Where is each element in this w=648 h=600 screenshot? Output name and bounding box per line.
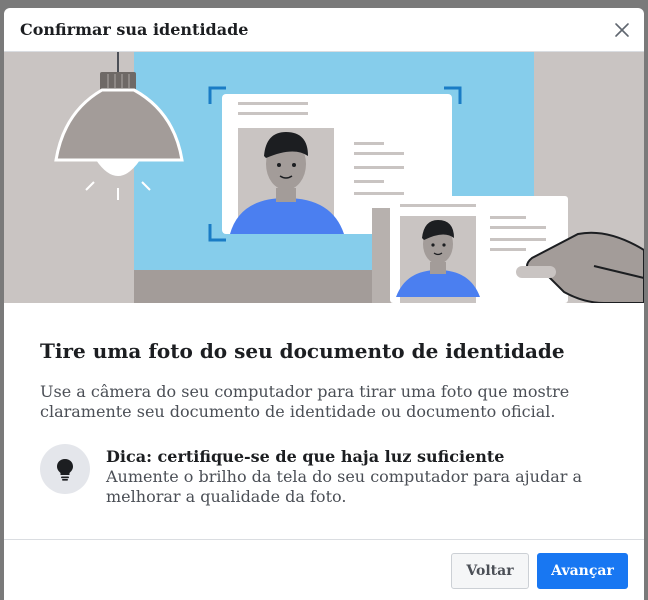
tip-text: Aumente o brilho da tela do seu computad… bbox=[106, 467, 582, 506]
lightbulb-icon bbox=[40, 444, 90, 494]
back-button[interactable]: Voltar bbox=[451, 553, 529, 589]
next-button[interactable]: Avançar bbox=[537, 553, 628, 589]
dialog-title: Confirmar sua identidade bbox=[20, 20, 249, 39]
instructions-text: Use a câmera do seu computador para tira… bbox=[40, 382, 570, 421]
dialog-header: Confirmar sua identidade bbox=[4, 8, 644, 52]
identity-dialog: Confirmar sua identidade Tire uma foto d… bbox=[4, 8, 644, 600]
id-document-illustration bbox=[4, 52, 644, 304]
close-icon[interactable] bbox=[608, 16, 636, 44]
page-heading: Tire uma foto do seu documento de identi… bbox=[40, 339, 565, 363]
tip-title: Dica: certifique-se de que haja luz sufi… bbox=[106, 447, 505, 466]
dialog-footer: Voltar Avançar bbox=[4, 539, 644, 600]
